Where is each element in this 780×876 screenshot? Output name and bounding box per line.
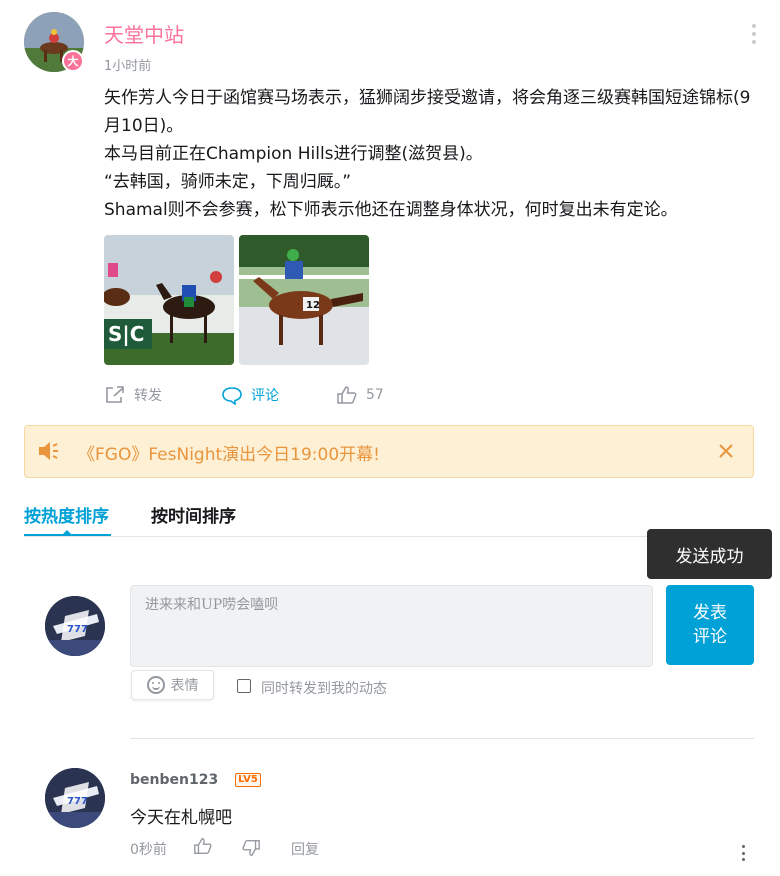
author-badge: 大 [62,50,84,72]
my-avatar[interactable]: 777 [45,596,105,656]
post-image-1[interactable]: S|C [104,235,234,365]
comment-more-icon[interactable] [740,845,746,861]
comment-label: 评论 [251,388,279,404]
svg-text:12: 12 [306,300,320,311]
send-comment-button[interactable]: 发表 评论 [666,585,754,665]
reply-button[interactable]: 回复 [291,839,319,859]
send-button-line1: 发表 [693,603,727,623]
post-image-2[interactable]: 12 [239,235,369,365]
svg-text:777: 777 [67,624,88,635]
comment-time: 0秒前 [130,842,167,858]
comment-dislike-icon[interactable] [241,838,261,858]
post-paragraph: “去韩国，骑师未定，下周归厩。” [104,172,352,192]
comment-button[interactable]: 评论 [221,384,279,406]
author-name[interactable]: 天堂中站 [104,19,184,48]
notice-text[interactable]: 《FGO》FesNight演出今日19:00开幕! [78,440,380,465]
share-icon [106,386,124,403]
share-label: 转发 [134,388,162,404]
post-paragraph: 本马目前正在Champion Hills进行调整(滋贺县)。 [104,144,483,164]
more-options-icon[interactable] [744,22,764,46]
tabs-divider [24,536,754,537]
level-badge: LV5 [235,773,261,787]
active-tab-caret [62,530,72,535]
speaker-icon [39,442,58,460]
commenter-avatar[interactable]: 777 [45,768,105,828]
thumbs-up-icon [337,386,357,404]
post-paragraph: Shamal则不会参赛，松下师表示他还在调整身体状况，何时复出未有定论。 [104,200,678,220]
comment-icon [222,387,242,405]
commenter-name[interactable]: benben123 [130,772,218,788]
emoji-button[interactable]: 表情 [131,670,214,700]
smile-icon [146,676,165,694]
post-time: 1小时前 [104,59,152,74]
post-content: 矢作芳人今日于函馆赛马场表示，猛狮阔步接受邀请，将会角逐三级赛韩国短途锦标(9月… [104,84,764,224]
close-icon[interactable] [716,441,736,461]
tab-sort-hot[interactable]: 按热度排序 [24,502,109,527]
send-button-line2: 评论 [693,627,727,647]
comment-like-icon[interactable] [193,836,213,856]
post-paragraph: 矢作芳人今日于函馆赛马场表示，猛狮阔步接受邀请，将会角逐三级赛韩国短途锦标(9月… [104,88,751,136]
like-count: 57 [366,387,384,403]
comment-text: 今天在札幌吧 [130,808,232,828]
tab-sort-time[interactable]: 按时间排序 [151,502,236,527]
like-button[interactable]: 57 [336,384,384,406]
comment-input[interactable]: 进来来和UP唠会嗑呗 [130,585,653,667]
comment-divider [130,738,754,739]
share-button[interactable]: 转发 [104,384,162,406]
toast-message: 发送成功 [647,529,772,579]
repost-label[interactable]: 同时转发到我的动态 [261,678,387,698]
svg-text:S|C: S|C [108,322,144,346]
repost-checkbox[interactable] [237,679,251,693]
svg-text:777: 777 [67,796,88,807]
emoji-label: 表情 [170,678,199,694]
